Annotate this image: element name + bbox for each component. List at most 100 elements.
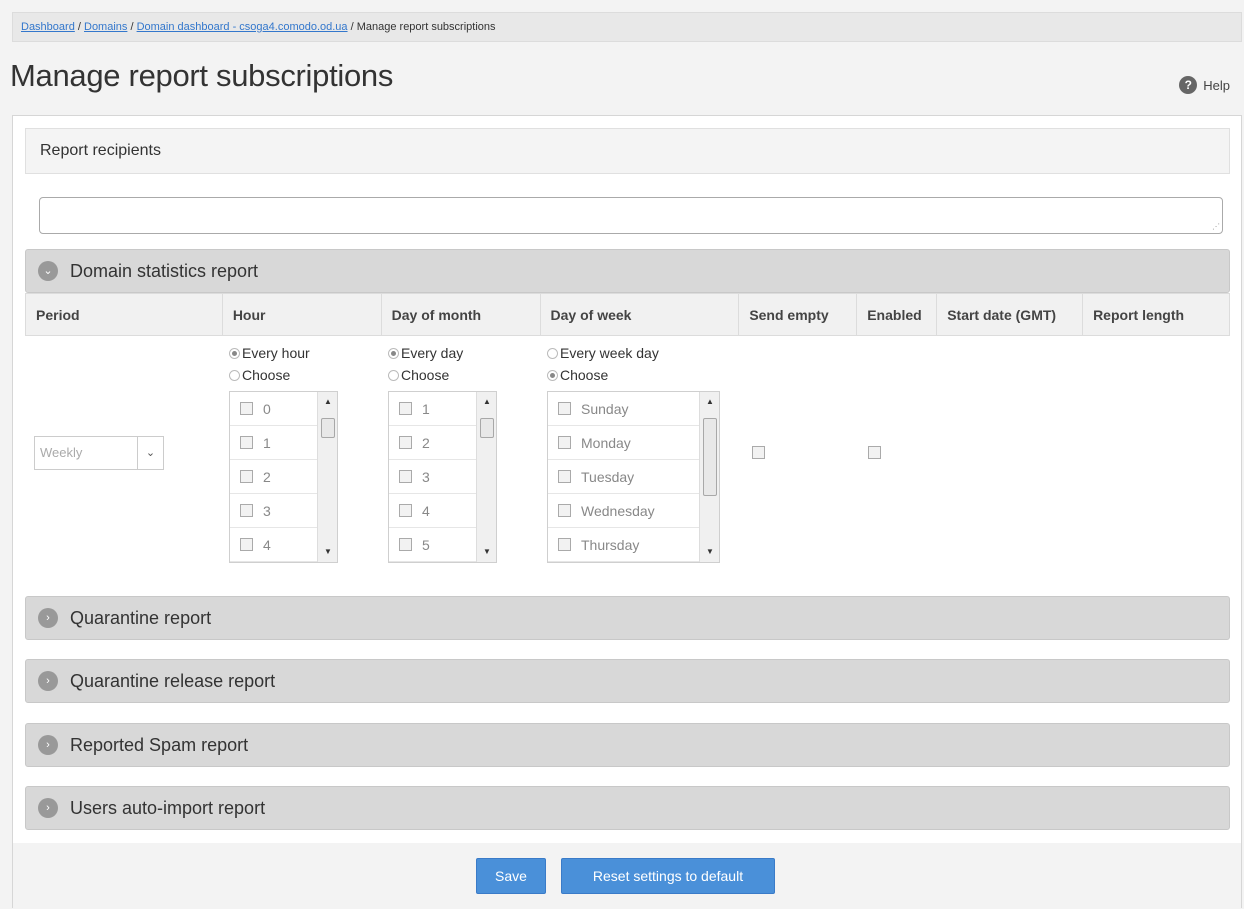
scroll-up-icon[interactable]: ▲ bbox=[318, 394, 337, 410]
breadcrumb: Dashboard / Domains / Domain dashboard -… bbox=[12, 12, 1242, 42]
section-quarantine-report[interactable]: › Quarantine report bbox=[25, 596, 1230, 640]
checkbox[interactable] bbox=[240, 504, 253, 517]
day-of-week-radio-every[interactable]: Every week day bbox=[547, 342, 659, 364]
list-item-label: Thursday bbox=[581, 536, 640, 553]
list-item[interactable]: Tuesday bbox=[548, 460, 719, 494]
scroll-thumb[interactable] bbox=[321, 418, 335, 438]
day-of-month-radio-choose[interactable]: Choose bbox=[388, 364, 463, 386]
section-title: Domain statistics report bbox=[70, 261, 259, 281]
enabled-checkbox[interactable] bbox=[868, 446, 881, 459]
list-item-label: 1 bbox=[263, 434, 271, 451]
scroll-thumb[interactable] bbox=[703, 418, 717, 496]
list-item-label: 3 bbox=[422, 468, 430, 485]
list-item-label: Wednesday bbox=[581, 502, 655, 519]
radio-button[interactable] bbox=[547, 369, 558, 381]
list-item-label: 2 bbox=[422, 434, 430, 451]
radio-button[interactable] bbox=[547, 347, 558, 359]
list-item[interactable]: Wednesday bbox=[548, 494, 719, 528]
expand-toggle-icon[interactable]: › bbox=[38, 608, 58, 628]
day-of-month-radio-group: Every day Choose bbox=[388, 342, 463, 386]
reset-settings-button[interactable]: Reset settings to default bbox=[561, 858, 775, 894]
section-title: Quarantine report bbox=[70, 608, 212, 628]
checkbox[interactable] bbox=[558, 538, 571, 551]
checkbox[interactable] bbox=[399, 436, 412, 449]
scroll-down-icon[interactable]: ▼ bbox=[700, 544, 719, 560]
radio-label: Every day bbox=[401, 345, 464, 361]
checkbox[interactable] bbox=[399, 504, 412, 517]
help-link[interactable]: ? Help bbox=[1179, 76, 1230, 94]
main-panel: Report recipients ⋰ ⌄ Domain statistics … bbox=[12, 115, 1242, 909]
scroll-down-icon[interactable]: ▼ bbox=[318, 544, 337, 560]
checkbox[interactable] bbox=[558, 436, 571, 449]
day-of-month-radio-every[interactable]: Every day bbox=[388, 342, 463, 364]
scrollbar[interactable]: ▲ ▼ bbox=[476, 392, 496, 562]
radio-label: Choose bbox=[242, 367, 291, 383]
hour-radio-every[interactable]: Every hour bbox=[229, 342, 310, 364]
checkbox[interactable] bbox=[399, 402, 412, 415]
report-recipients-input[interactable] bbox=[39, 197, 1223, 234]
checkbox[interactable] bbox=[399, 470, 412, 483]
hour-listbox[interactable]: 0 1 2 3 4 ▲ ▼ bbox=[229, 391, 338, 563]
breadcrumb-link-dashboard[interactable]: Dashboard bbox=[21, 21, 75, 33]
checkbox[interactable] bbox=[558, 470, 571, 483]
checkbox[interactable] bbox=[240, 436, 253, 449]
list-item-label: Tuesday bbox=[581, 468, 635, 485]
section-quarantine-release-report[interactable]: › Quarantine release report bbox=[25, 659, 1230, 703]
breadcrumb-separator: / bbox=[74, 21, 84, 33]
report-settings-table: Period Hour Day of month Day of week Sen… bbox=[25, 293, 1230, 336]
checkbox[interactable] bbox=[240, 470, 253, 483]
radio-button[interactable] bbox=[229, 369, 240, 381]
scroll-thumb[interactable] bbox=[480, 418, 494, 438]
section-domain-statistics-report[interactable]: ⌄ Domain statistics report bbox=[25, 249, 1230, 293]
checkbox[interactable] bbox=[240, 402, 253, 415]
list-item-label: 0 bbox=[263, 400, 271, 417]
checkbox[interactable] bbox=[558, 402, 571, 415]
scroll-down-icon[interactable]: ▼ bbox=[477, 544, 496, 560]
column-header-day-of-week: Day of week bbox=[539, 293, 740, 336]
list-item[interactable]: Thursday bbox=[548, 528, 719, 562]
radio-button[interactable] bbox=[388, 369, 399, 381]
radio-button[interactable] bbox=[229, 347, 240, 359]
collapse-toggle-icon[interactable]: ⌄ bbox=[38, 261, 58, 281]
column-header-send-empty: Send empty bbox=[738, 293, 858, 336]
column-header-start-date: Start date (GMT) bbox=[936, 293, 1084, 336]
resize-grip-icon[interactable]: ⋰ bbox=[1212, 222, 1220, 231]
help-icon: ? bbox=[1179, 76, 1198, 94]
list-item-label: Sunday bbox=[581, 400, 629, 417]
expand-toggle-icon[interactable]: › bbox=[38, 798, 58, 818]
button-bar: Save Reset settings to default bbox=[13, 843, 1241, 909]
period-select[interactable]: Weekly ⌄ bbox=[34, 436, 164, 470]
breadcrumb-link-domain-dashboard[interactable]: Domain dashboard - csoga4.comodo.od.ua bbox=[137, 21, 348, 33]
day-of-month-listbox[interactable]: 1 2 3 4 5 ▲ ▼ bbox=[388, 391, 497, 563]
column-header-enabled: Enabled bbox=[856, 293, 938, 336]
scrollbar[interactable]: ▲ ▼ bbox=[699, 392, 719, 562]
day-of-week-listbox[interactable]: Sunday Monday Tuesday Wednesday Thursday… bbox=[547, 391, 720, 563]
scroll-up-icon[interactable]: ▲ bbox=[700, 394, 719, 410]
list-item-label: 4 bbox=[422, 502, 430, 519]
checkbox[interactable] bbox=[240, 538, 253, 551]
expand-toggle-icon[interactable]: › bbox=[38, 735, 58, 755]
radio-button[interactable] bbox=[388, 347, 399, 359]
report-recipients-header: Report recipients bbox=[25, 128, 1230, 174]
radio-label: Choose bbox=[401, 367, 450, 383]
scrollbar[interactable]: ▲ ▼ bbox=[317, 392, 337, 562]
list-item[interactable]: Sunday bbox=[548, 392, 719, 426]
expand-toggle-icon[interactable]: › bbox=[38, 671, 58, 691]
breadcrumb-current: Manage report subscriptions bbox=[356, 21, 496, 33]
day-of-week-radio-group: Every week day Choose bbox=[547, 342, 659, 386]
section-reported-spam-report[interactable]: › Reported Spam report bbox=[25, 723, 1230, 767]
day-of-week-radio-choose[interactable]: Choose bbox=[547, 364, 659, 386]
checkbox[interactable] bbox=[399, 538, 412, 551]
list-item[interactable]: Monday bbox=[548, 426, 719, 460]
scroll-up-icon[interactable]: ▲ bbox=[477, 394, 496, 410]
section-users-auto-import-report[interactable]: › Users auto-import report bbox=[25, 786, 1230, 830]
save-button[interactable]: Save bbox=[476, 858, 546, 894]
list-item-label: 1 bbox=[422, 400, 430, 417]
checkbox[interactable] bbox=[558, 504, 571, 517]
send-empty-checkbox[interactable] bbox=[752, 446, 765, 459]
radio-label: Every week day bbox=[560, 345, 659, 361]
hour-radio-choose[interactable]: Choose bbox=[229, 364, 310, 386]
breadcrumb-link-domains[interactable]: Domains bbox=[84, 21, 127, 33]
radio-label: Choose bbox=[560, 367, 609, 383]
chevron-down-icon[interactable]: ⌄ bbox=[137, 437, 163, 469]
